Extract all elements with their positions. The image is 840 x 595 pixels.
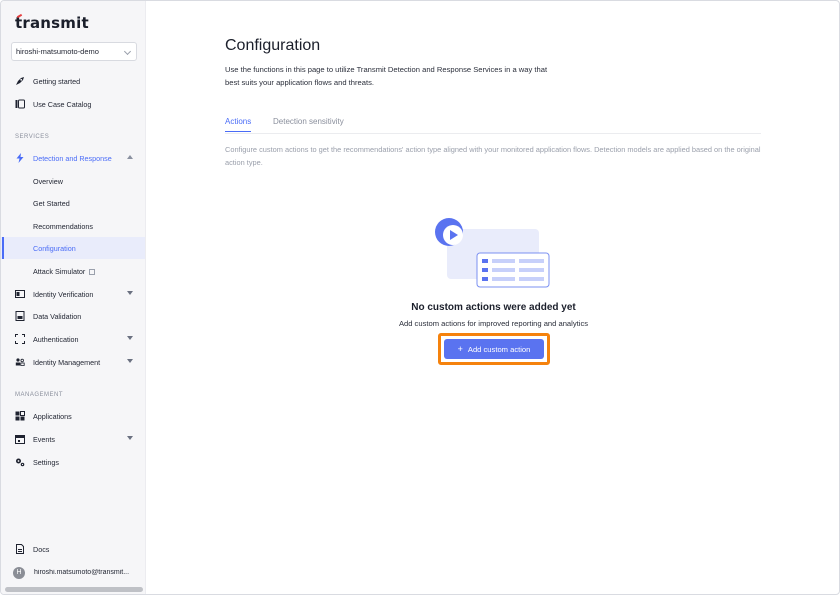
- management-section-label: MANAGEMENT: [15, 392, 64, 398]
- sidebar-item-label: Settings: [33, 458, 59, 467]
- apps-grid-icon: [15, 411, 25, 421]
- add-custom-action-label: Add custom action: [467, 344, 531, 354]
- sidebar-item-label: Configuration: [33, 244, 76, 253]
- main-content: Configuration Use the functions in this …: [146, 1, 839, 594]
- chevron-down-icon: [127, 336, 133, 340]
- empty-state-illustration: [435, 218, 550, 288]
- plus-icon: +: [457, 343, 463, 354]
- sidebar-item-label-wrap: Attack Simulator: [33, 267, 96, 276]
- empty-state-subtitle: Add custom actions for improved reportin…: [398, 319, 589, 328]
- org-selector[interactable]: hiroshi-matsumoto-demo: [11, 42, 137, 61]
- sidebar-item-events[interactable]: Events: [1, 428, 145, 450]
- sidebar-item-label: Use Case Catalog: [33, 100, 92, 109]
- sidebar-item-identity-verification[interactable]: Identity Verification: [1, 283, 145, 305]
- sidebar-item-label: Events: [33, 435, 55, 444]
- services-section-label: SERVICES: [15, 134, 50, 140]
- sidebar-subitem-attack-simulator[interactable]: Attack Simulator: [1, 260, 145, 282]
- page-title: Configuration: [225, 37, 321, 54]
- sidebar-item-label: Applications: [33, 412, 72, 421]
- sidebar-item-label: Identity Management: [33, 358, 101, 367]
- user-email[interactable]: hiroshi.matsumoto@transmit...: [34, 569, 140, 576]
- sidebar-subitem-configuration[interactable]: Configuration: [1, 237, 145, 259]
- chevron-down-icon: [127, 291, 133, 295]
- tab-bar: Actions Detection sensitivity: [225, 114, 761, 134]
- id-card-icon: [15, 290, 25, 298]
- sidebar-item-applications[interactable]: Applications: [1, 405, 145, 427]
- catalog-icon: [15, 99, 25, 109]
- avatar[interactable]: H: [13, 567, 25, 579]
- sidebar-item-label: Detection and Response: [33, 154, 112, 163]
- people-icon: [15, 358, 25, 366]
- sidebar-subitem-get-started[interactable]: Get Started: [1, 192, 145, 214]
- cta-highlight-outline: + Add custom action: [438, 333, 550, 365]
- tab-detection-sensitivity[interactable]: Detection sensitivity: [273, 117, 344, 131]
- help-text: Configure custom actions to get the reco…: [225, 145, 761, 167]
- sidebar-subitem-recommendations[interactable]: Recommendations: [1, 215, 145, 237]
- sidebar-item-label: Authentication: [33, 335, 79, 344]
- page-description: Use the functions in this page to utiliz…: [225, 65, 548, 87]
- rocket-icon: [16, 77, 24, 85]
- lightning-icon: [16, 153, 24, 163]
- chevron-up-icon: [127, 155, 133, 159]
- transmit-logo[interactable]: transmit: [15, 13, 89, 32]
- sidebar-item-label: Get Started: [33, 199, 70, 208]
- sidebar-subitem-overview[interactable]: Overview: [1, 170, 145, 192]
- chevron-down-icon: [127, 436, 133, 440]
- sidebar-item-label: Data Validation: [33, 312, 82, 321]
- calendar-icon: [15, 435, 25, 444]
- sidebar-item-identity-management[interactable]: Identity Management: [1, 351, 145, 373]
- data-validation-icon: [15, 311, 25, 321]
- tab-actions[interactable]: Actions: [225, 117, 252, 132]
- gear-icon: [16, 458, 25, 467]
- empty-state-title: No custom actions were added yet: [411, 302, 576, 313]
- external-link-icon: [89, 269, 96, 275]
- sidebar-item-label: Overview: [33, 177, 63, 186]
- sidebar-item-settings[interactable]: Settings: [1, 451, 145, 473]
- sidebar-item-label: Getting started: [33, 77, 81, 86]
- sidebar-scrollbar[interactable]: [5, 587, 143, 592]
- sidebar: transmit hiroshi-matsumoto-demo Getting …: [1, 1, 146, 594]
- sidebar-item-label: Attack Simulator: [33, 267, 86, 276]
- sidebar-item-authentication[interactable]: Authentication: [1, 328, 145, 350]
- sidebar-item-detection-and-response[interactable]: Detection and Response: [1, 147, 145, 169]
- sidebar-item-label: Identity Verification: [33, 290, 94, 299]
- scan-icon: [15, 334, 25, 344]
- sidebar-item-label: Docs: [33, 545, 50, 554]
- document-icon: [16, 544, 24, 554]
- sidebar-item-data-validation[interactable]: Data Validation: [1, 305, 145, 327]
- org-selector-value: hiroshi-matsumoto-demo: [16, 47, 99, 56]
- sidebar-item-getting-started[interactable]: Getting started: [1, 70, 145, 92]
- chevron-down-icon: [127, 359, 133, 363]
- logo-text: transmit: [15, 14, 89, 32]
- chevron-down-icon: [123, 47, 132, 56]
- sidebar-item-docs[interactable]: Docs: [1, 538, 145, 560]
- sidebar-item-label: Recommendations: [33, 222, 93, 231]
- add-custom-action-button[interactable]: + Add custom action: [444, 339, 544, 359]
- app-window: transmit hiroshi-matsumoto-demo Getting …: [0, 0, 840, 595]
- sidebar-item-use-case-catalog[interactable]: Use Case Catalog: [1, 93, 145, 115]
